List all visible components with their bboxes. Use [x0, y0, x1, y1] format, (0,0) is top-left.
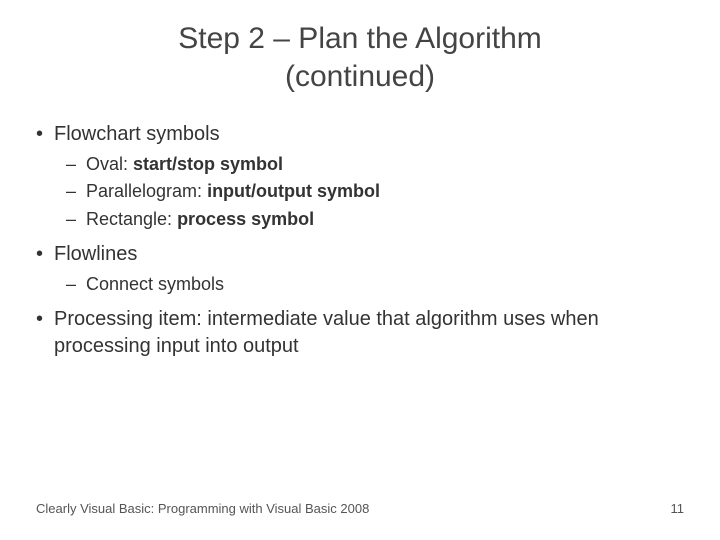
- sub-oval: – Oval: start/stop symbol: [66, 152, 684, 176]
- dash-icon: –: [66, 181, 86, 202]
- dash-icon: –: [66, 154, 86, 175]
- sub-rectangle: – Rectangle: process symbol: [66, 207, 684, 231]
- sub-parallelogram: – Parallelogram: input/output symbol: [66, 179, 684, 203]
- sub-bold: process symbol: [177, 209, 314, 229]
- bullet-text: Flowlines: [54, 241, 137, 268]
- footer-source: Clearly Visual Basic: Programming with V…: [36, 501, 369, 516]
- bullet-icon: •: [36, 309, 54, 329]
- dash-icon: –: [66, 274, 86, 295]
- sub-prefix: Oval:: [86, 154, 133, 174]
- bullet-icon: •: [36, 124, 54, 144]
- sub-bold: start/stop symbol: [133, 154, 283, 174]
- sub-connect-symbols: – Connect symbols: [66, 272, 684, 296]
- bullet-flowlines: • Flowlines – Connect symbols: [36, 241, 684, 296]
- bullet-text: Processing item: intermediate value that…: [54, 306, 684, 360]
- bullet-text: Flowchart symbols: [54, 121, 220, 148]
- dash-icon: –: [66, 209, 86, 230]
- sub-prefix: Rectangle:: [86, 209, 177, 229]
- title-line-1: Step 2 – Plan the Algorithm: [178, 22, 542, 55]
- sub-prefix: Parallelogram:: [86, 181, 207, 201]
- bullet-icon: •: [36, 244, 54, 264]
- sub-bold: input/output symbol: [207, 181, 380, 201]
- title-line-2: (continued): [285, 60, 435, 93]
- sub-text: Connect symbols: [86, 272, 224, 296]
- slide-body: • Flowchart symbols – Oval: start/stop s…: [0, 121, 720, 360]
- bullet-flowchart-symbols: • Flowchart symbols – Oval: start/stop s…: [36, 121, 684, 231]
- slide-title: Step 2 – Plan the Algorithm (continued): [0, 20, 720, 95]
- slide: Step 2 – Plan the Algorithm (continued) …: [0, 0, 720, 540]
- bullet-processing-item: • Processing item: intermediate value th…: [36, 306, 684, 360]
- slide-footer: Clearly Visual Basic: Programming with V…: [36, 501, 684, 516]
- footer-page-number: 11: [671, 501, 685, 516]
